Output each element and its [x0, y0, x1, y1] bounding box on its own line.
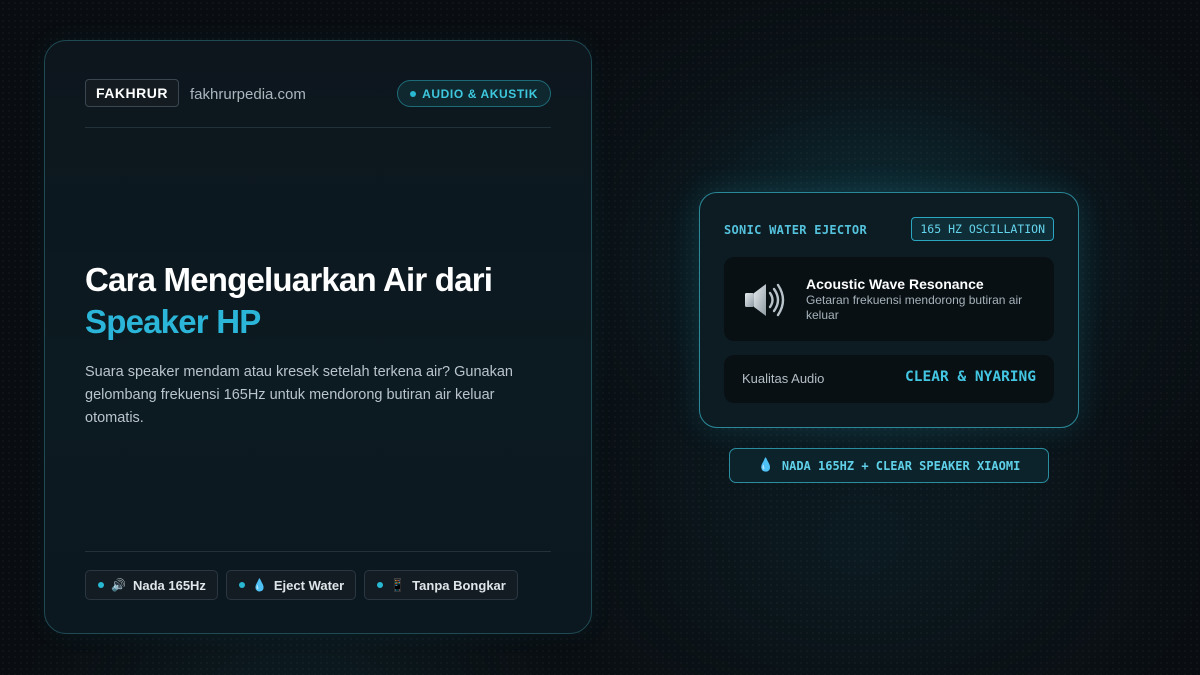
audio-quality-label: Kualitas Audio: [742, 371, 825, 386]
resonance-subtitle: Getaran frekuensi mendorong butiran air …: [806, 293, 1023, 322]
ejector-title: SONIC WATER EJECTOR: [724, 223, 867, 237]
site-url[interactable]: fakhrurpedia.com: [190, 86, 306, 103]
phone-emoji-icon: 📱: [390, 578, 406, 592]
title-line-1: Cara Mengeluarkan Air dari: [85, 261, 493, 298]
speaker-icon: [745, 283, 785, 317]
tag-tanpa-bongkar[interactable]: 📱 Tanpa Bongkar: [364, 570, 518, 600]
dot-icon: [410, 90, 417, 97]
oscillation-badge: 165 HZ OSCILLATION: [911, 217, 1054, 241]
title-line-2: Speaker HP: [85, 303, 261, 340]
dot-icon: [377, 582, 384, 588]
tag-list: 🔊 Nada 165Hz 💧 Eject Water 📱 Tanpa Bongk…: [85, 570, 518, 600]
tag-label: Eject Water: [273, 577, 345, 593]
category-label: AUDIO & AKUSTIK: [422, 86, 538, 101]
resonance-title: Acoustic Wave Resonance: [806, 276, 984, 292]
footer-divider: [85, 551, 551, 552]
resonance-info: Acoustic Wave Resonance Getaran frekuens…: [724, 257, 1054, 341]
tag-eject-water[interactable]: 💧 Eject Water: [225, 570, 357, 600]
speaker-emoji-icon: 🔊: [111, 578, 126, 592]
dot-icon: [238, 582, 245, 588]
dot-icon: [98, 582, 104, 588]
audio-quality-value: CLEAR & NYARING: [905, 369, 1036, 385]
droplet-emoji-icon: 💧: [251, 578, 267, 592]
tag-nada-165hz[interactable]: 🔊 Nada 165Hz: [85, 570, 218, 600]
droplet-icon: 💧: [757, 458, 774, 473]
header-divider: [85, 127, 551, 128]
audio-quality-row: Kualitas Audio CLEAR & NYARING: [724, 355, 1054, 403]
article-card: FAKHRUR fakhrurpedia.com AUDIO & AKUSTIK…: [44, 40, 592, 634]
category-badge[interactable]: AUDIO & AKUSTIK: [397, 80, 551, 107]
brand-badge[interactable]: FAKHRUR: [85, 79, 179, 107]
ejector-panel: SONIC WATER EJECTOR 165 HZ OSCILLATION A…: [699, 192, 1079, 428]
tag-label: Nada 165Hz: [132, 577, 206, 593]
footer-label: NADA 165HZ + CLEAR SPEAKER XIAOMI: [781, 458, 1021, 473]
tag-label: Tanpa Bongkar: [412, 577, 506, 593]
footer-badge[interactable]: 💧 NADA 165HZ + CLEAR SPEAKER XIAOMI: [729, 448, 1049, 483]
article-description: Suara speaker mendam atau kresek setelah…: [85, 364, 513, 426]
article-title: Cara Mengeluarkan Air dari Speaker HP: [85, 259, 555, 343]
